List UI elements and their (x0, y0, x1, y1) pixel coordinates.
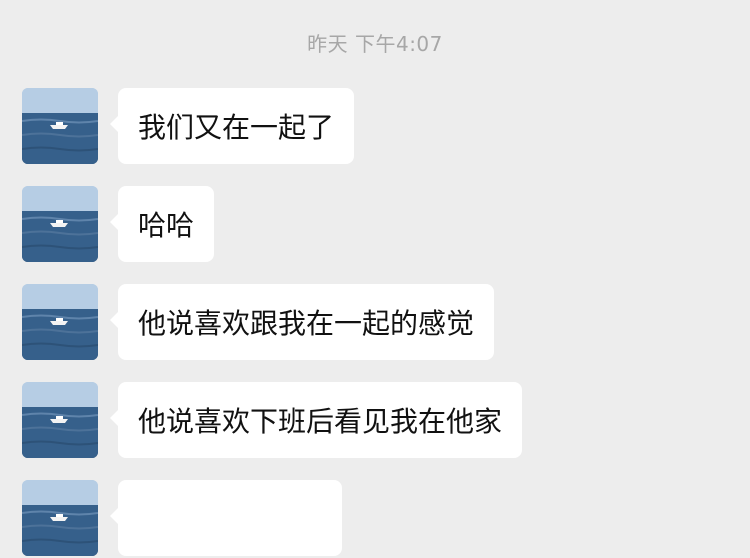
contact-avatar[interactable] (22, 284, 98, 360)
message-bubble[interactable]: 他说喜欢跟我在一起的感觉 (109, 284, 495, 360)
message-bubble[interactable]: 我们又在一起了 (109, 88, 355, 164)
sea-boat-photo-icon (22, 284, 98, 360)
chat-window: 昨天 下午4:07 我们又在一起了 哈哈 他说喜欢跟我在一起的感觉 他说喜欢下班… (0, 0, 750, 556)
sea-boat-photo-icon (22, 480, 98, 556)
contact-avatar[interactable] (22, 382, 98, 458)
contact-avatar[interactable] (22, 480, 98, 556)
sea-boat-photo-icon (22, 88, 98, 164)
message-bubble[interactable]: 他说喜欢下班后看见我在他家 (109, 382, 523, 458)
message-timestamp: 昨天 下午4:07 (307, 32, 443, 56)
contact-avatar[interactable] (22, 186, 98, 262)
message-bubble[interactable] (110, 480, 342, 556)
message-bubble[interactable]: 哈哈 (109, 186, 215, 262)
sea-boat-photo-icon (22, 382, 98, 458)
sea-boat-photo-icon (22, 186, 98, 262)
contact-avatar[interactable] (22, 88, 98, 164)
